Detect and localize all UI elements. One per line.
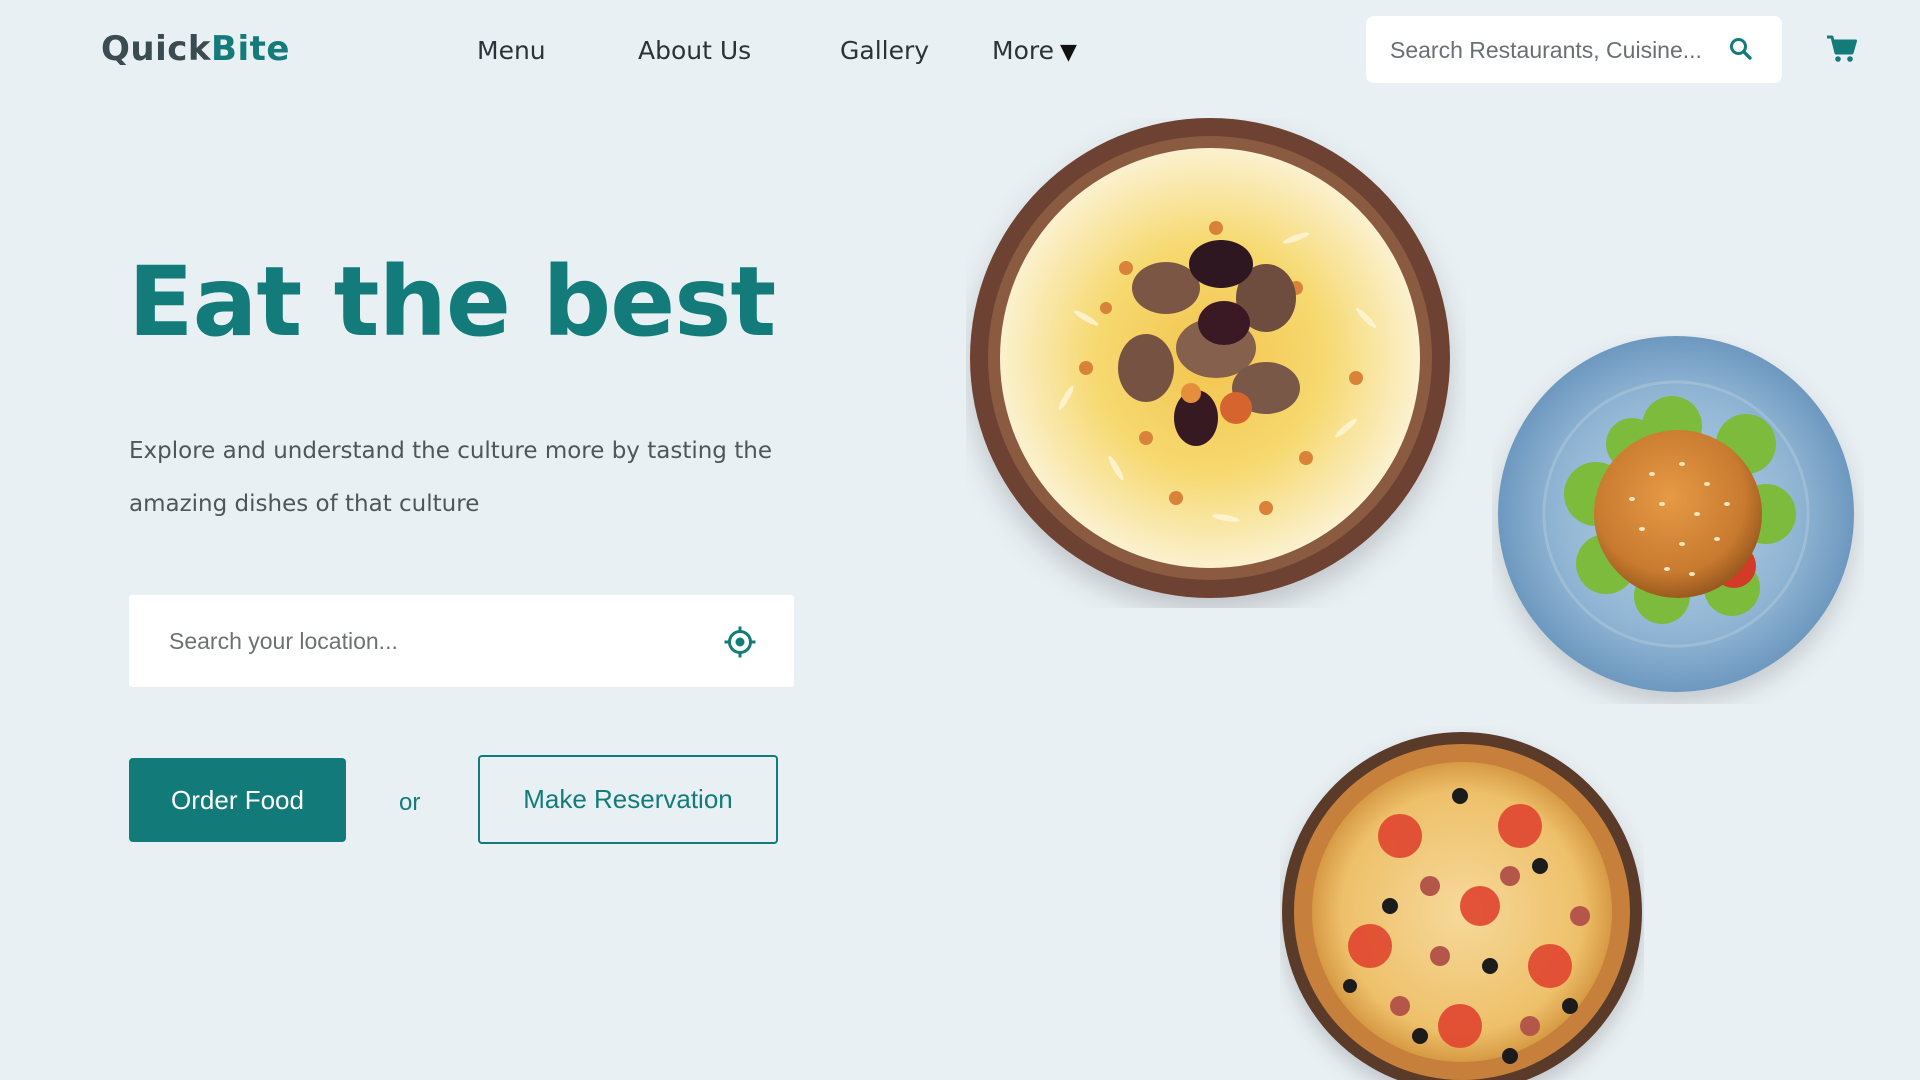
- location-search-input[interactable]: [169, 624, 689, 658]
- brand-logo-part1: Quick: [101, 29, 212, 69]
- hero-title: Eat the best: [128, 246, 776, 358]
- make-reservation-button[interactable]: Make Reservation: [478, 755, 778, 844]
- nav-link-gallery[interactable]: Gallery: [840, 36, 929, 65]
- caret-down-icon: ▼: [1059, 40, 1077, 65]
- cart-icon[interactable]: [1826, 34, 1858, 64]
- restaurant-search-input[interactable]: [1390, 34, 1708, 66]
- pizza-image: [1282, 732, 1642, 1080]
- rice-pilaf-plate-image: [970, 118, 1450, 598]
- search-icon[interactable]: [1728, 36, 1754, 62]
- nav-more-label: More: [992, 36, 1054, 65]
- location-search-box: [129, 595, 794, 687]
- top-navbar: QuickBite Menu About Us Gallery More ▼: [0, 0, 1920, 100]
- brand-logo[interactable]: QuickBite: [101, 29, 290, 69]
- nav-link-menu[interactable]: Menu: [477, 36, 546, 65]
- brand-logo-part2: Bite: [211, 29, 290, 69]
- restaurant-search-box: [1366, 16, 1782, 83]
- hero-subtitle: Explore and understand the culture more …: [129, 438, 772, 517]
- or-separator: or: [399, 789, 421, 816]
- order-food-button[interactable]: Order Food: [129, 758, 346, 842]
- nav-dropdown-more[interactable]: More ▼: [992, 36, 1077, 65]
- burger-plate-image: [1498, 336, 1854, 692]
- location-target-icon[interactable]: [723, 625, 757, 659]
- nav-link-about-us[interactable]: About Us: [638, 36, 751, 65]
